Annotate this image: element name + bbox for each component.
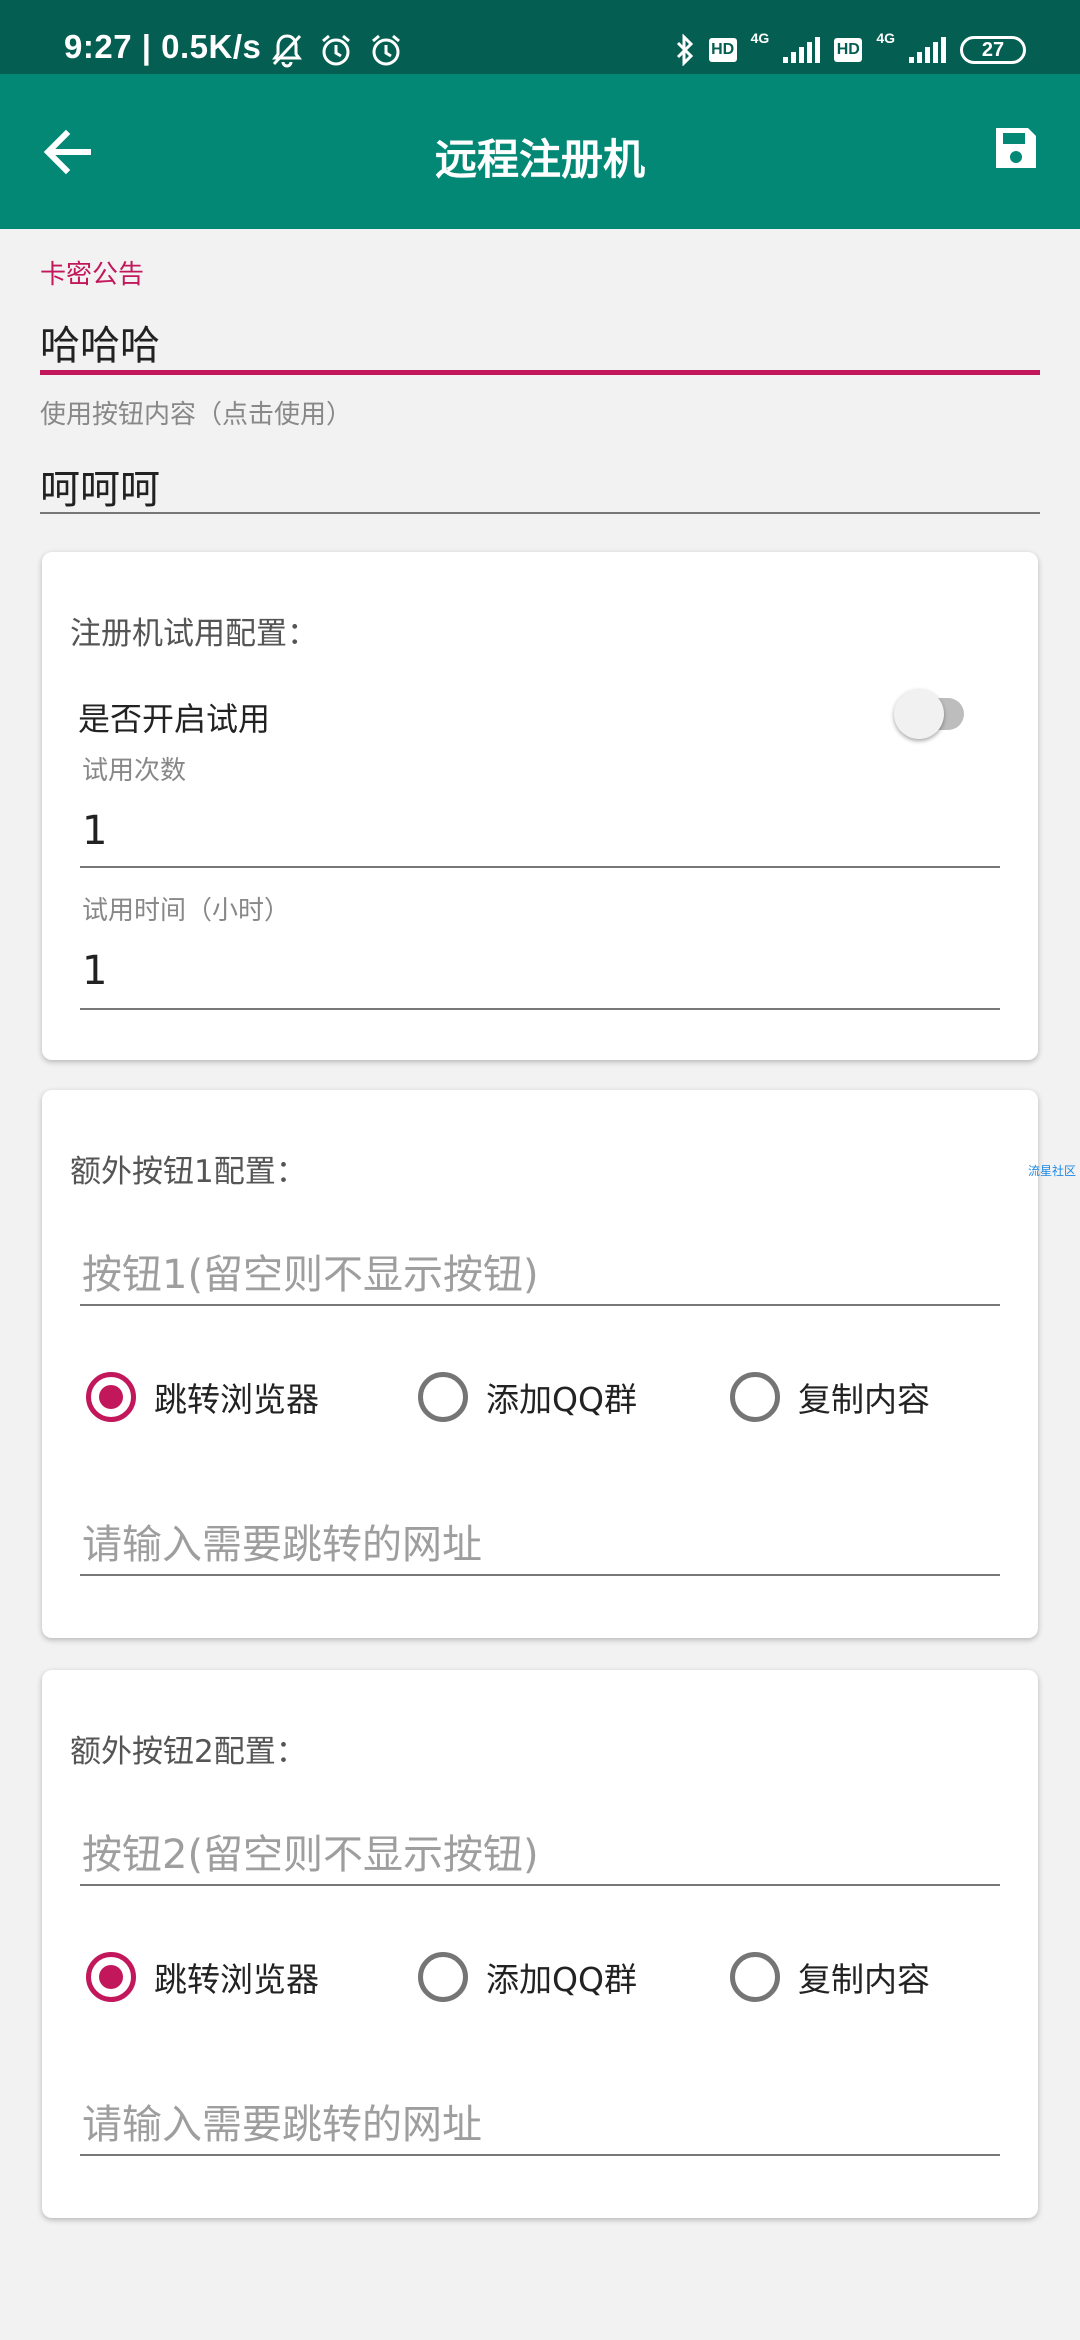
announcement-input[interactable]: 哈哈哈 <box>40 313 1040 369</box>
button2-radio-copy[interactable]: 复制内容 <box>730 1952 930 2002</box>
radio-unchecked-icon <box>730 1372 780 1422</box>
trial-count-label: 试用次数 <box>82 756 187 786</box>
button2-card-title: 额外按钮2配置： <box>70 1734 307 1770</box>
button1-url-underline <box>80 1574 1000 1576</box>
radio-unchecked-icon <box>730 1952 780 2002</box>
radio-label: 跳转浏览器 <box>154 1380 319 1419</box>
button2-name-underline <box>80 1884 1000 1886</box>
button1-card-title: 额外按钮1配置： <box>70 1154 307 1190</box>
button2-config-card: 额外按钮2配置： 按钮2(留空则不显示按钮) 跳转浏览器 添加QQ群 复制内容 … <box>42 1670 1038 2218</box>
use-button-label: 使用按钮内容（点击使用） <box>40 400 353 430</box>
status-bar: 9:27 | 0.5K/s HD 4G HD 4G 27 <box>0 0 1080 74</box>
hd-badge-2: HD <box>834 38 863 62</box>
status-right: HD 4G HD 4G 27 <box>675 28 1026 72</box>
use-button-field[interactable]: 使用按钮内容（点击使用） 呵呵呵 <box>40 394 1040 516</box>
button2-radio-browser[interactable]: 跳转浏览器 <box>86 1952 319 2002</box>
radio-label: 复制内容 <box>798 1380 930 1419</box>
radio-label: 添加QQ群 <box>486 1380 637 1419</box>
button1-url-input[interactable]: 请输入需要跳转的网址 <box>82 1512 482 1570</box>
announcement-label: 卡密公告 <box>40 260 145 290</box>
alarm-icon <box>322 34 350 66</box>
trial-card-title: 注册机试用配置： <box>70 616 318 652</box>
app-bar: 远程注册机 <box>0 74 1080 229</box>
button1-radio-copy[interactable]: 复制内容 <box>730 1372 930 1422</box>
radio-unchecked-icon <box>418 1372 468 1422</box>
button1-radio-browser[interactable]: 跳转浏览器 <box>86 1372 319 1422</box>
trial-switch-label: 是否开启试用 <box>78 700 271 738</box>
alarm-icon-2 <box>372 34 400 66</box>
radio-unchecked-icon <box>418 1952 468 2002</box>
use-button-input[interactable]: 呵呵呵 <box>40 457 1040 513</box>
button1-config-card: 额外按钮1配置： 按钮1(留空则不显示按钮) 跳转浏览器 添加QQ群 复制内容 … <box>42 1090 1038 1638</box>
radio-checked-icon <box>86 1372 136 1422</box>
radio-label: 添加QQ群 <box>486 1960 637 1999</box>
button2-radio-qq-group[interactable]: 添加QQ群 <box>418 1952 637 2002</box>
trial-time-label: 试用时间（小时） <box>82 896 291 926</box>
button2-name-input[interactable]: 按钮2(留空则不显示按钮) <box>82 1822 539 1880</box>
trial-time-underline <box>80 1008 1000 1010</box>
announcement-field[interactable]: 卡密公告 哈哈哈 <box>40 254 1040 378</box>
bluetooth-icon <box>676 34 693 66</box>
network-type-2: 4G <box>876 30 895 46</box>
use-button-underline <box>40 512 1040 514</box>
network-type: 4G <box>750 30 770 46</box>
radio-label: 跳转浏览器 <box>154 1960 319 1999</box>
trial-time-input[interactable]: 1 <box>82 948 107 994</box>
hd-badge: HD <box>708 38 737 62</box>
switch-thumb <box>894 689 944 739</box>
signal-icon <box>783 37 821 63</box>
trial-switch[interactable] <box>882 684 982 744</box>
trial-config-card: 注册机试用配置： 是否开启试用 试用次数 1 试用时间（小时） 1 <box>42 552 1038 1060</box>
watermark: 流星社区 <box>1028 1164 1077 1178</box>
mute-bell-icon <box>272 34 302 68</box>
trial-count-input[interactable]: 1 <box>82 808 107 854</box>
button1-name-input[interactable]: 按钮1(留空则不显示按钮) <box>82 1242 539 1300</box>
radio-checked-icon <box>86 1952 136 2002</box>
battery-icon: 27 <box>960 36 1026 64</box>
signal-icon-2 <box>909 37 946 63</box>
button1-radio-qq-group[interactable]: 添加QQ群 <box>418 1372 637 1422</box>
radio-label: 复制内容 <box>798 1960 930 1999</box>
page-title: 远程注册机 <box>434 135 645 184</box>
save-icon[interactable] <box>994 126 1038 170</box>
button2-url-input[interactable]: 请输入需要跳转的网址 <box>82 2092 482 2150</box>
trial-count-underline <box>80 866 1000 868</box>
announcement-underline <box>40 370 1040 375</box>
button2-url-underline <box>80 2154 1000 2156</box>
status-time: 9:27 | 0.5K/s <box>64 28 262 65</box>
button1-name-underline <box>80 1304 1000 1306</box>
